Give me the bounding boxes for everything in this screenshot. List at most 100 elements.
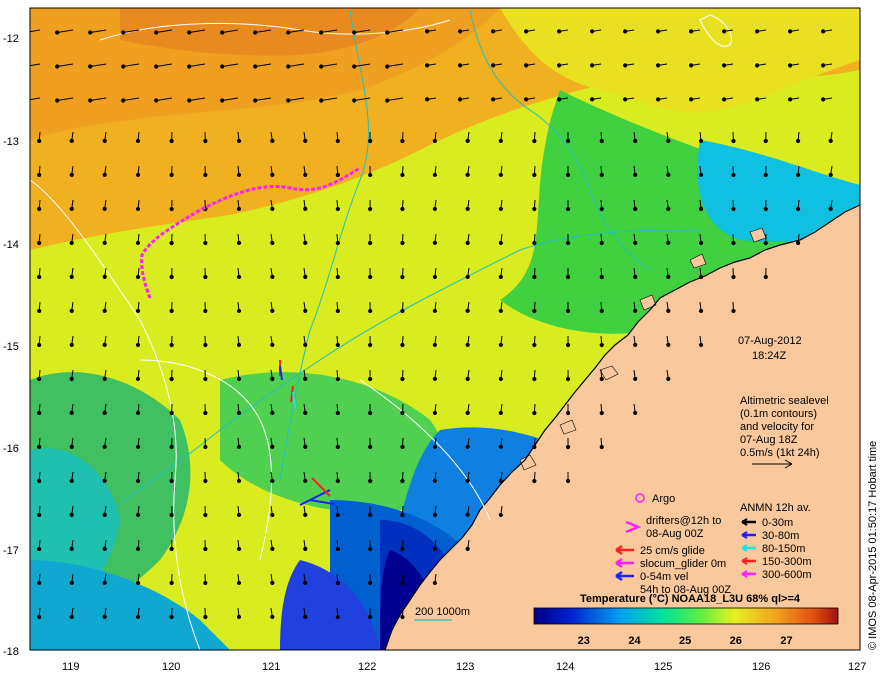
velocity-arrow-head [689,63,694,68]
velocity-arrow-head [731,172,736,178]
velocity-arrow-head [102,206,107,212]
velocity-arrow-head [270,138,275,144]
velocity-arrow-head [169,172,174,178]
velocity-arrow-head [368,580,373,586]
velocity-arrow-head [270,512,275,518]
anmn-title: ANMN 12h av. [740,502,811,514]
velocity-arrow-head [465,138,470,143]
velocity-arrow-head [303,172,308,178]
velocity-arrow-head [102,376,107,382]
velocity-arrow-head [698,240,704,246]
velocity-arrow-head [270,376,275,382]
velocity-arrow-head [458,97,463,102]
velocity-arrow-head [400,580,405,586]
lon-tick: 125 [654,661,672,673]
velocity-arrow-head [565,376,571,382]
velocity-arrow-head [236,206,242,212]
velocity-arrow-head [286,64,291,69]
velocity-arrow-head [532,138,537,144]
sst-map: -12 -13 -14 -15 -16 -17 -18 119 120 121 … [3,7,879,673]
velocity-arrow-head [788,97,793,102]
velocity-arrow-head [400,376,405,382]
velocity-arrow-head [633,308,638,314]
velocity-arrow-head [498,376,503,382]
svg-text:slocum_glider 0m: slocum_glider 0m [640,558,726,570]
velocity-arrow-head [532,444,537,450]
velocity-arrow-head [698,172,704,178]
velocity-arrow-head [565,342,571,348]
velocity-arrow-head [135,410,141,416]
svg-text:80-150m: 80-150m [762,543,805,555]
velocity-arrow-head [698,138,704,144]
velocity-arrow-head [169,308,174,314]
svg-text:and velocity for: and velocity for [740,421,814,433]
velocity-arrow-head [731,308,736,314]
velocity-arrow-head [253,64,258,69]
lat-tick: -13 [3,136,19,148]
lon-tick: 126 [752,661,770,673]
lon-tick: 119 [62,661,80,673]
velocity-arrow-head [385,30,390,35]
velocity-arrow-head [623,29,628,34]
velocity-arrow-head [203,376,208,382]
velocity-arrow-head [599,172,604,178]
velocity-arrow-head [498,138,503,144]
velocity-arrow-head [37,240,42,246]
velocity-arrow-head [335,240,340,246]
velocity-arrow-head [69,410,74,416]
sst-field [30,8,860,650]
velocity-arrow-head [37,410,42,416]
velocity-arrow-head [270,478,275,484]
velocity-arrow-head [286,98,291,103]
velocity-arrow-head [236,376,242,382]
velocity-arrow-head [633,376,638,382]
velocity-arrow-head [135,172,141,178]
velocity-arrow-head [465,410,470,415]
velocity-arrow-head [465,342,470,347]
velocity-arrow-head [203,478,208,484]
velocity-arrow-head [236,172,242,178]
velocity-arrow-head [270,546,275,552]
longitude-axis: 119 120 121 122 123 124 125 126 127 [62,661,866,673]
velocity-arrow-head [498,342,503,348]
velocity-arrow-head [270,444,275,450]
velocity-arrow-head [270,274,275,280]
velocity-arrow-head [633,274,638,280]
lon-tick: 123 [456,661,474,673]
velocity-arrow-head [368,274,373,280]
velocity-arrow-head [270,410,275,416]
velocity-arrow-head [731,240,736,246]
velocity-arrow-head [303,580,308,586]
velocity-arrow-head [763,240,768,246]
svg-text:25 cm/s glide: 25 cm/s glide [640,545,705,557]
velocity-arrow-head [532,342,537,348]
velocity-arrow-head [465,308,470,313]
velocity-arrow-head [432,206,437,212]
velocity-arrow-head [187,98,192,103]
velocity-arrow-head [69,138,74,144]
velocity-arrow-head [400,138,405,144]
velocity-arrow-head [633,138,638,144]
lat-tick: -14 [3,239,19,251]
velocity-arrow-head [498,512,503,518]
velocity-arrow-head [135,580,141,586]
velocity-arrow-head [821,63,826,68]
velocity-arrow-head [498,410,503,416]
velocity-arrow-head [270,580,275,586]
velocity-arrow-head [102,342,107,348]
velocity-arrow-head [565,410,571,416]
velocity-arrow-head [432,410,437,416]
velocity-arrow-head [55,64,60,69]
velocity-arrow-head [203,342,208,348]
velocity-arrow-head [599,444,604,450]
velocity-arrow-head [169,206,174,212]
velocity-arrow-head [755,29,760,34]
velocity-arrow-head [465,172,470,177]
velocity-arrow-head [203,274,208,280]
velocity-arrow-head [303,546,308,552]
velocity-arrow-head [400,444,405,450]
velocity-arrow-head [788,29,793,34]
velocity-arrow-head [656,97,661,102]
velocity-arrow-head [135,614,141,620]
velocity-arrow-head [169,274,174,280]
